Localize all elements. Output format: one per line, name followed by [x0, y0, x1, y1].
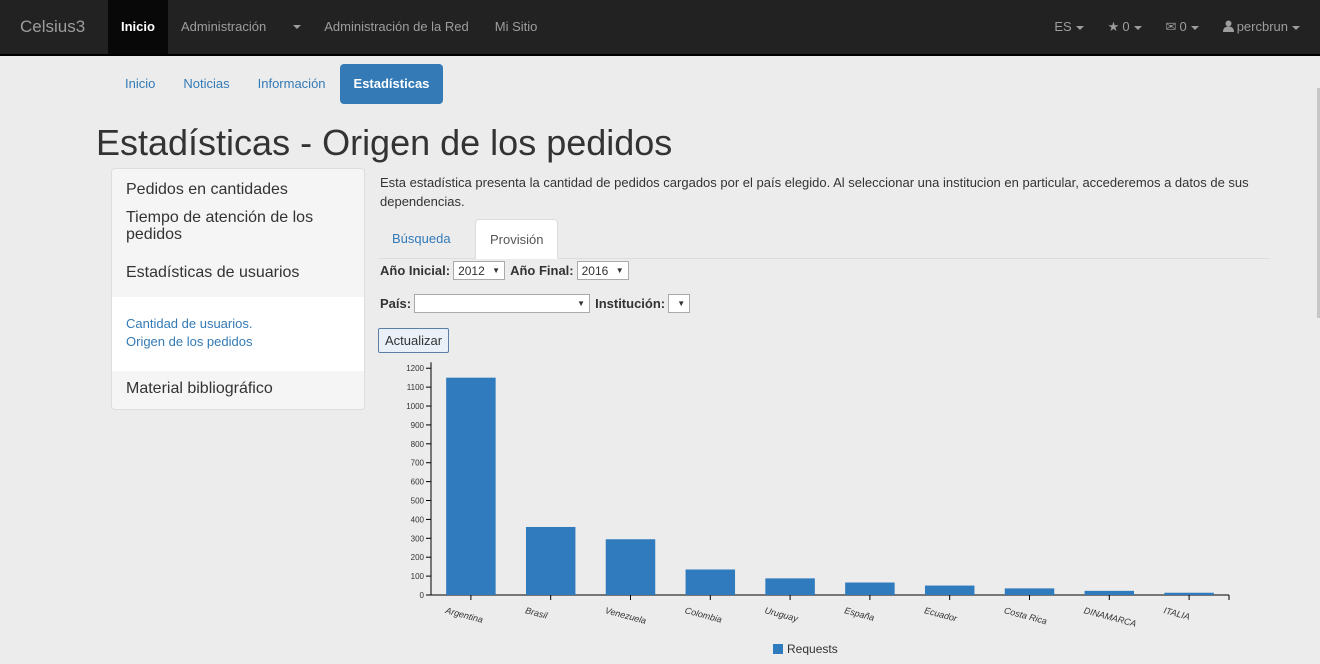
language-label: ES: [1054, 19, 1072, 34]
nav-mi-sitio[interactable]: Mi Sitio: [482, 0, 551, 54]
y-tick-label: 600: [411, 478, 425, 487]
sidebar-item-material-bibliografico[interactable]: Material bibliográfico: [112, 371, 364, 407]
start-year-select[interactable]: 2012 ▼: [453, 261, 506, 280]
update-button[interactable]: Actualizar: [378, 328, 450, 353]
y-tick-label: 700: [411, 459, 425, 468]
bar: [845, 582, 895, 595]
stats-sidebar: Pedidos en cantidades Tiempo de atención…: [111, 168, 365, 410]
user-nav: ES ★ 0 ✉ 0 percbrun: [1042, 0, 1312, 54]
x-tick-label: Colombia: [684, 605, 723, 625]
chevron-down-icon: [1133, 25, 1142, 30]
sidebar-submenu: Cantidad de usuarios. Origen de los pedi…: [112, 297, 364, 371]
star-count: 0: [1122, 19, 1130, 34]
subnav-estadisticas[interactable]: Estadísticas: [339, 64, 444, 104]
start-year-value: 2012: [458, 263, 485, 278]
sidebar-item-tiempo-atencion[interactable]: Tiempo de atención de los pedidos: [112, 207, 364, 255]
y-tick-label: 1100: [407, 383, 425, 392]
start-year-label: Año Inicial:: [380, 263, 451, 278]
y-tick-label: 200: [411, 553, 425, 562]
x-tick-label: Venezuela: [604, 605, 647, 626]
y-tick-label: 500: [411, 497, 425, 506]
main-nav: Inicio Administración Administración de …: [108, 0, 550, 54]
tab-provision[interactable]: Provisión: [475, 219, 559, 259]
nav-inicio[interactable]: Inicio: [108, 0, 168, 54]
bar: [525, 526, 576, 595]
y-tick-label: 800: [411, 440, 425, 449]
x-tick-label: Brasil: [524, 605, 549, 621]
chevron-down-icon: [1075, 25, 1084, 30]
institution-label: Institución:: [595, 296, 666, 311]
bar: [605, 539, 656, 595]
y-tick-label: 0: [420, 591, 425, 600]
user-name: percbrun: [1236, 19, 1288, 34]
y-tick-label: 400: [411, 515, 425, 524]
chevron-down-icon: [293, 25, 302, 29]
x-tick-label: DINAMARCA: [1083, 605, 1138, 629]
bar: [685, 569, 736, 595]
star-icon: ★: [1107, 19, 1120, 34]
end-year-select[interactable]: 2016 ▼: [576, 261, 629, 280]
country-label: País:: [380, 296, 412, 311]
envelope-icon: ✉: [1165, 19, 1177, 34]
subnav-informacion[interactable]: Información: [244, 64, 340, 104]
sidebar-item-estadisticas-usuarios[interactable]: Estadísticas de usuarios: [112, 255, 364, 297]
description-text: Esta estadística presenta la cantidad de…: [380, 175, 1249, 209]
favorites-dropdown[interactable]: ★ 0: [1096, 0, 1154, 54]
location-filter-row: País: ▼ Institución: ▼: [380, 294, 695, 313]
bar: [765, 578, 815, 595]
end-year-label: Año Final:: [510, 263, 574, 278]
year-filter-row: Año Inicial: 2012 ▼ Año Final: 2016 ▼: [380, 261, 634, 280]
messages-dropdown[interactable]: ✉ 0: [1154, 0, 1211, 54]
subnav-noticias[interactable]: Noticias: [169, 64, 243, 104]
tab-busqueda[interactable]: Búsqueda: [378, 219, 465, 259]
admin-dropdown-toggle[interactable]: [279, 0, 311, 54]
legend-swatch: [773, 644, 783, 654]
country-select[interactable]: ▼: [414, 294, 591, 313]
requests-bar-chart: 0 100 200 300 400 500 600 700 800 900 1000 1100 1200…: [406, 362, 1230, 655]
x-tick-label: España: [843, 605, 875, 623]
sidebar-link-origen-pedidos[interactable]: Origen de los pedidos: [126, 333, 350, 351]
top-navbar: Celsius3 Inicio Administración Administr…: [0, 0, 1320, 56]
language-dropdown[interactable]: ES: [1042, 0, 1095, 54]
subnav-inicio[interactable]: Inicio: [111, 64, 169, 104]
dropdown-arrow-icon: ▼: [492, 266, 501, 275]
x-tick-label: ITALIA: [1163, 605, 1192, 622]
bar: [1004, 588, 1055, 595]
nav-administracion-red[interactable]: Administración de la Red: [311, 0, 482, 54]
x-tick-label: Argentina: [443, 605, 484, 625]
end-year-value: 2016: [581, 263, 609, 278]
dropdown-arrow-icon: ▼: [677, 299, 686, 308]
y-tick-label: 100: [411, 572, 425, 581]
nav-administracion[interactable]: Administración: [168, 0, 279, 54]
brand-logo[interactable]: Celsius3: [20, 0, 85, 54]
institution-select[interactable]: ▼: [668, 294, 691, 313]
user-dropdown[interactable]: percbrun: [1211, 0, 1312, 54]
bar: [1164, 592, 1214, 595]
legend-label: Requests: [787, 642, 838, 655]
bar: [924, 585, 975, 595]
y-tick-label: 1000: [406, 402, 424, 411]
y-tick-label: 300: [411, 534, 425, 543]
section-tabs: Inicio Noticias Información Estadísticas: [111, 64, 444, 104]
stats-tabs: Búsqueda Provisión: [378, 219, 1270, 259]
dropdown-arrow-icon: ▼: [577, 299, 586, 308]
x-tick-label: Ecuador: [923, 605, 959, 624]
x-tick-label: Costa Rica: [1003, 605, 1048, 626]
x-tick-label: Uruguay: [764, 605, 800, 624]
dropdown-arrow-icon: ▼: [615, 266, 624, 275]
page-title: Estadísticas - Origen de los pedidos: [96, 122, 673, 163]
mail-count: 0: [1179, 19, 1187, 34]
chevron-down-icon: [1190, 25, 1199, 30]
y-tick-label: 1200: [406, 364, 424, 373]
chevron-down-icon: [1292, 25, 1300, 30]
bar: [1084, 590, 1135, 595]
bar: [446, 377, 496, 595]
sidebar-item-pedidos-cantidades[interactable]: Pedidos en cantidades: [112, 169, 364, 207]
user-icon: [1222, 19, 1234, 34]
y-tick-label: 900: [411, 421, 425, 430]
sidebar-link-cantidad-usuarios[interactable]: Cantidad de usuarios.: [126, 315, 350, 333]
